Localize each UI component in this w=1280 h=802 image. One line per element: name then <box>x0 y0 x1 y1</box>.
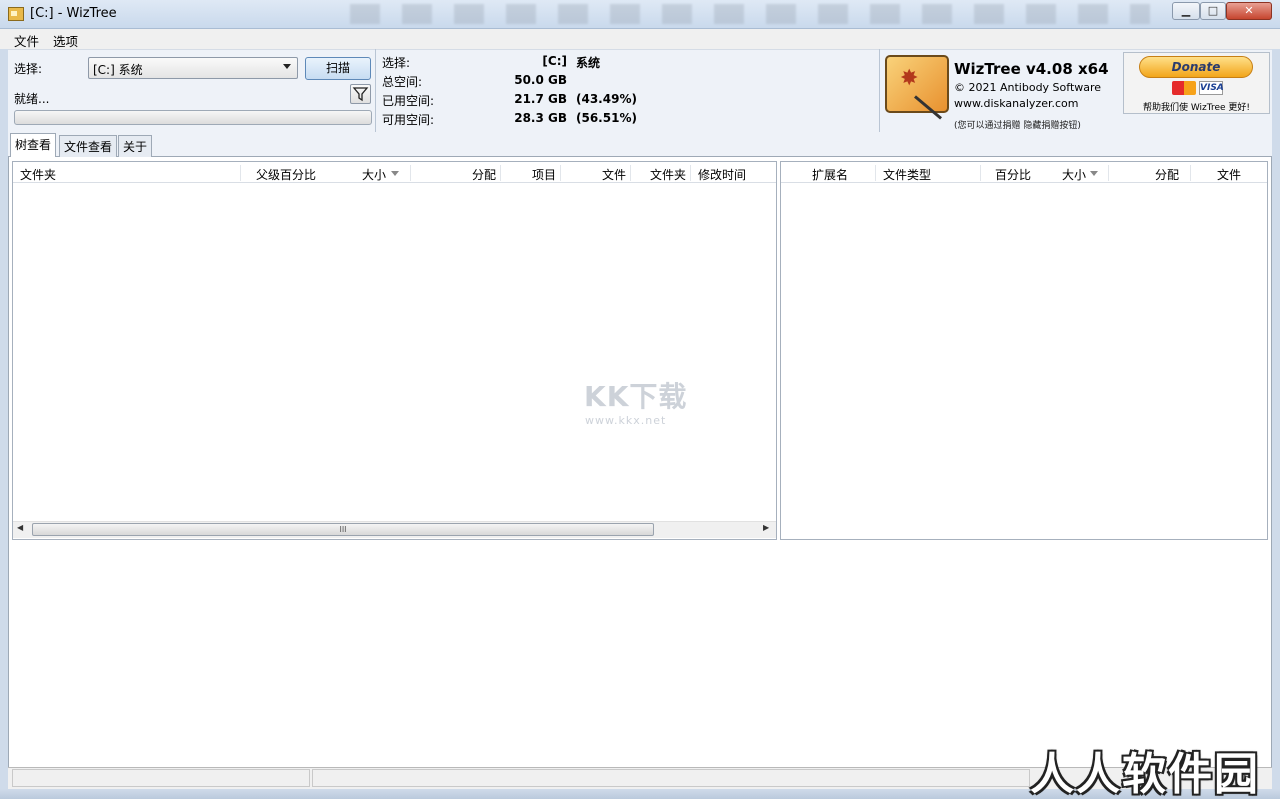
extension-pane[interactable] <box>780 161 1268 540</box>
title-bar-background-blur <box>350 4 1150 24</box>
column-divider[interactable] <box>500 165 501 181</box>
column-percent[interactable]: 百分比 <box>995 166 1031 183</box>
column-divider[interactable] <box>240 165 241 181</box>
status-panel <box>12 769 310 787</box>
folder-tree-pane[interactable] <box>12 161 777 540</box>
column-divider[interactable] <box>875 165 876 181</box>
column-divider[interactable] <box>1108 165 1109 181</box>
status-text: 就绪... <box>14 92 50 106</box>
close-button[interactable]: ✕ <box>1226 2 1272 20</box>
column-divider[interactable] <box>410 165 411 181</box>
filter-button[interactable] <box>350 84 371 104</box>
info-total-value: 50.0 GB <box>514 73 567 87</box>
column-parent-percent[interactable]: 父级百分比 <box>256 166 316 183</box>
star-icon: ✸ <box>900 66 919 91</box>
column-folder[interactable]: 文件夹 <box>20 166 56 183</box>
column-divider[interactable] <box>980 165 981 181</box>
donate-button[interactable]: Donate <box>1139 56 1253 78</box>
window-frame-left <box>0 29 8 789</box>
menu-options[interactable]: 选项 <box>53 31 78 50</box>
column-divider[interactable] <box>1190 165 1191 181</box>
sort-desc-icon <box>1090 171 1098 176</box>
info-used-value: 21.7 GB <box>514 92 567 106</box>
column-folders[interactable]: 文件夹 <box>650 166 686 183</box>
chevron-down-icon[interactable] <box>283 64 291 69</box>
progress-bar <box>14 110 372 125</box>
menu-bar <box>0 29 1280 49</box>
scan-button[interactable]: 扫描 <box>305 57 371 80</box>
column-extension[interactable]: 扩展名 <box>812 166 848 183</box>
tab-about[interactable]: 关于 <box>118 135 153 157</box>
info-free-percent: (56.51%) <box>576 111 637 125</box>
watermark-url: www.kkx.net <box>585 414 667 427</box>
mastercard-icon <box>1172 81 1196 95</box>
info-select-value: [C:] <box>542 54 567 68</box>
column-ext-allocated[interactable]: 分配 <box>1155 166 1179 183</box>
scroll-right-icon[interactable]: ▶ <box>763 523 769 532</box>
column-modified[interactable]: 修改时间 <box>698 166 746 183</box>
website-link[interactable]: www.diskanalyzer.com <box>954 97 1079 110</box>
app-name: WizTree v4.08 x64 <box>954 60 1109 78</box>
column-ext-size[interactable]: 大小 <box>1062 166 1086 183</box>
divider <box>879 49 880 132</box>
column-items[interactable]: 项目 <box>532 166 556 183</box>
minimize-button[interactable]: ▁ <box>1172 2 1200 20</box>
window-frame-right <box>1272 29 1280 789</box>
donate-hint: (您可以通过捐赠 隐藏捐赠按钮) <box>954 121 1081 131</box>
column-divider[interactable] <box>560 165 561 181</box>
scrollbar-thumb[interactable]: III <box>32 523 654 536</box>
column-ext-files[interactable]: 文件 <box>1217 166 1241 183</box>
watermark: KK下载 <box>584 380 688 413</box>
maximize-button[interactable]: □ <box>1200 2 1226 20</box>
tab-strip <box>8 132 1272 157</box>
info-free-value: 28.3 GB <box>514 111 567 125</box>
tab-tree-view[interactable]: 树查看 <box>10 133 57 158</box>
column-divider[interactable] <box>630 165 631 181</box>
filter-icon <box>352 87 369 102</box>
column-divider[interactable] <box>690 165 691 181</box>
column-size[interactable]: 大小 <box>362 166 386 183</box>
corner-watermark: 人人软件园 <box>1030 749 1260 800</box>
copyright: © 2021 Antibody Software <box>954 81 1102 94</box>
divider <box>375 49 376 132</box>
status-panel <box>312 769 1030 787</box>
visa-icon: VISA <box>1199 81 1224 95</box>
sort-desc-icon <box>391 171 399 176</box>
donate-caption: 帮助我们使 WizTree 更好! <box>1142 103 1250 113</box>
column-file-type[interactable]: 文件类型 <box>883 166 931 183</box>
column-files[interactable]: 文件 <box>602 166 626 183</box>
tab-file-view[interactable]: 文件查看 <box>59 135 118 157</box>
select-label: 选择: <box>14 62 43 76</box>
window-title: [C:] - WizTree <box>30 6 117 21</box>
info-select-extra: 系统 <box>576 56 601 70</box>
app-icon <box>8 7 24 21</box>
info-used-percent: (43.49%) <box>576 92 637 106</box>
menu-file[interactable]: 文件 <box>14 31 39 50</box>
drive-select[interactable]: [C:] 系统 <box>88 57 298 79</box>
scroll-left-icon[interactable]: ◀ <box>17 523 23 532</box>
column-allocated[interactable]: 分配 <box>472 166 496 183</box>
